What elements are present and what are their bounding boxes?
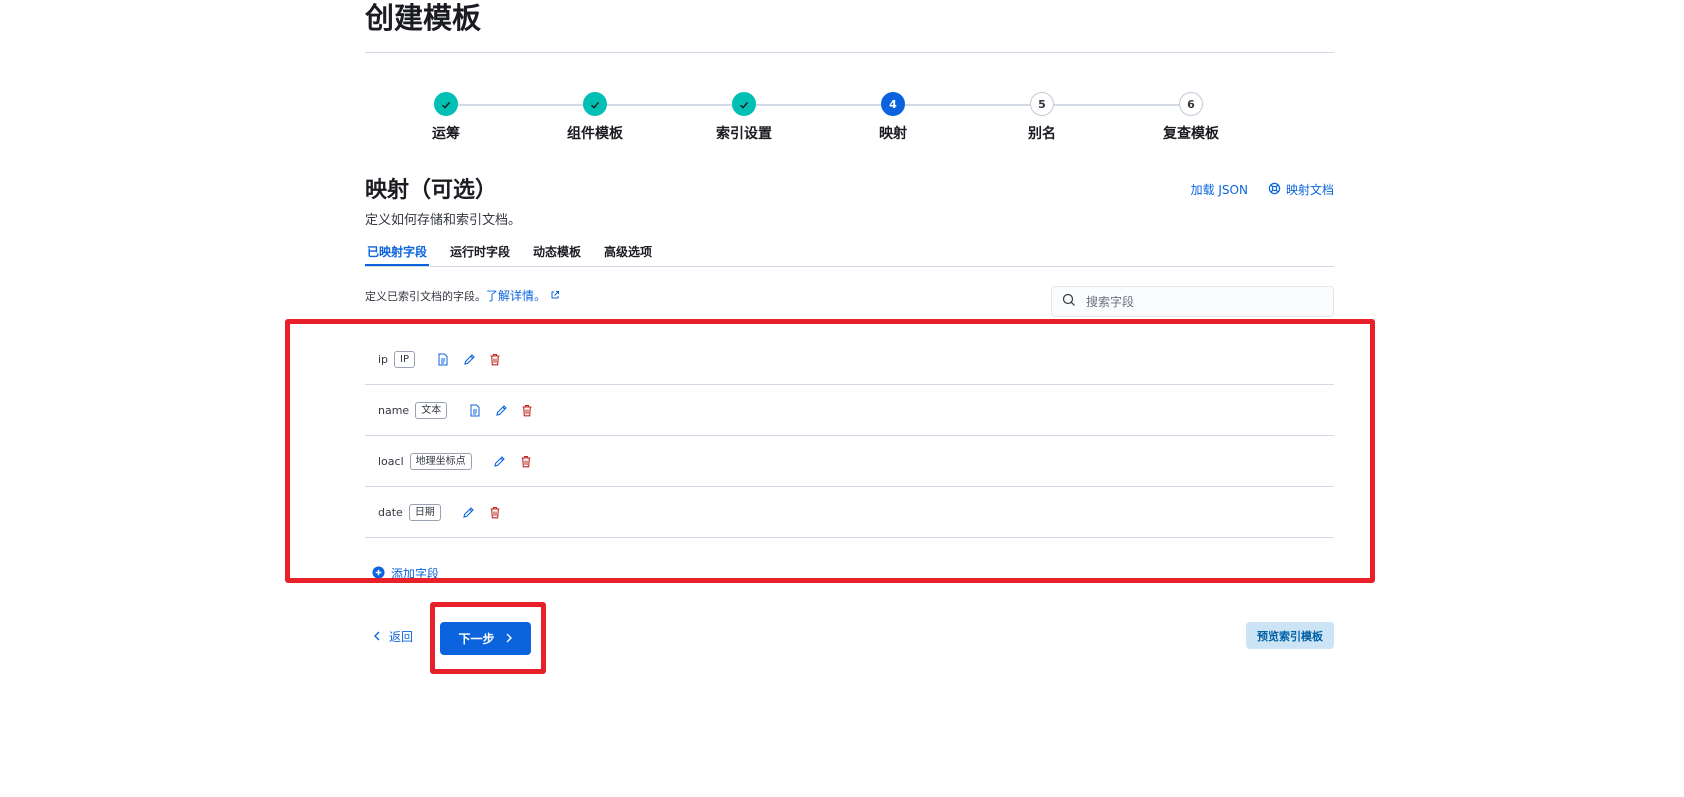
step-number: 4 <box>881 92 905 116</box>
step-4: 4 映射 <box>833 90 953 143</box>
section-title: 映射（可选） <box>365 178 498 203</box>
next-step-button[interactable]: 下一步 <box>440 622 531 655</box>
step-number: 6 <box>1179 92 1203 116</box>
mapping-docs-link[interactable]: 映射文档 <box>1268 181 1334 198</box>
step-number: 5 <box>1030 92 1054 116</box>
step-label: 别名 <box>1028 126 1056 142</box>
step-label: 组件模板 <box>567 126 623 142</box>
step-label: 复查模板 <box>1163 126 1219 142</box>
load-json-link[interactable]: 加载 JSON <box>1191 181 1248 198</box>
step-1[interactable]: 运筹 <box>386 90 506 143</box>
learn-more-link[interactable]: 了解详情。 <box>486 289 560 303</box>
preview-template-button[interactable]: 预览索引模板 <box>1246 622 1334 649</box>
check-icon <box>434 92 458 116</box>
help-icon <box>1268 182 1281 198</box>
step-label: 索引设置 <box>716 126 772 142</box>
search-icon <box>1062 292 1076 311</box>
search-input[interactable] <box>1084 293 1328 310</box>
title-divider <box>365 52 1334 53</box>
tab-mapped-fields[interactable]: 已映射字段 <box>365 239 430 266</box>
back-label: 返回 <box>389 630 414 644</box>
page-title: 创建模板 <box>365 1 482 35</box>
external-link-icon <box>550 289 560 303</box>
step-3[interactable]: 索引设置 <box>684 90 804 143</box>
mapping-docs-label: 映射文档 <box>1285 183 1334 197</box>
next-label: 下一步 <box>458 632 495 646</box>
back-button[interactable]: 返回 <box>373 628 413 645</box>
stepper: 运筹 组件模板 索引设置 4 映射 5 别名 6 复查模板 <box>365 90 1334 150</box>
step-2[interactable]: 组件模板 <box>535 90 655 143</box>
step-6: 6 复查模板 <box>1131 90 1251 143</box>
chevron-left-icon <box>373 630 381 644</box>
check-icon <box>583 92 607 116</box>
header-links: 加载 JSON 映射文档 <box>1191 181 1334 198</box>
check-icon <box>732 92 756 116</box>
tab-dynamic-templates[interactable]: 动态模板 <box>531 239 583 266</box>
section-description: 定义如何存储和索引文档。 <box>365 213 522 228</box>
tab-runtime-fields[interactable]: 运行时字段 <box>448 239 512 266</box>
search-field-box <box>1051 286 1334 317</box>
step-label: 运筹 <box>432 126 460 142</box>
fields-description-text: 定义已索引文档的字段。 <box>365 290 486 303</box>
load-json-label: 加载 JSON <box>1190 183 1248 197</box>
tab-bar: 已映射字段 运行时字段 动态模板 高级选项 <box>365 239 1334 267</box>
fields-description: 定义已索引文档的字段。了解详情。 <box>365 287 560 304</box>
step-label: 映射 <box>879 126 907 142</box>
tab-advanced-options[interactable]: 高级选项 <box>602 239 654 266</box>
step-5: 5 别名 <box>982 90 1102 143</box>
chevron-right-icon <box>505 632 513 646</box>
highlight-box-fields <box>285 319 1375 583</box>
learn-more-label: 了解详情。 <box>486 289 547 303</box>
